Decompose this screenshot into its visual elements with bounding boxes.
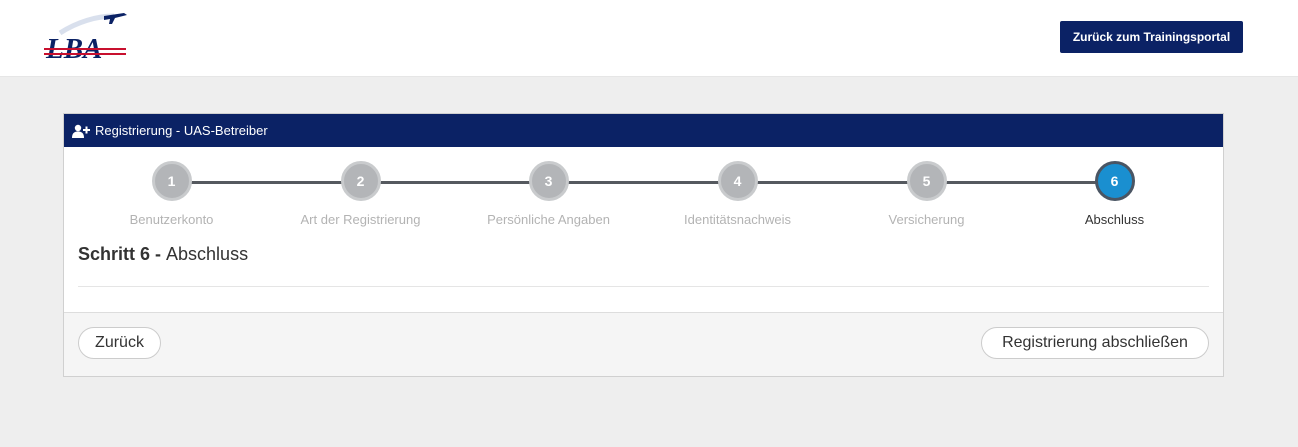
step-4[interactable]: 4 Identitätsnachweis <box>643 161 832 227</box>
step-title-name: Abschluss <box>166 244 249 264</box>
panel-footer: Zurück Registrierung abschließen <box>64 312 1223 376</box>
finish-registration-button[interactable]: Registrierung abschließen <box>981 327 1209 359</box>
step-1-label: Benutzerkonto <box>129 212 214 227</box>
step-5-circle[interactable]: 5 <box>906 161 947 201</box>
divider <box>78 286 1209 287</box>
svg-text:LBA: LBA <box>45 33 102 62</box>
step-3[interactable]: 3 Persönliche Angaben <box>454 161 643 227</box>
step-6[interactable]: 6 Abschluss <box>1020 161 1209 227</box>
registration-panel: Registrierung - UAS-Betreiber 1 Benutzer… <box>63 113 1224 377</box>
step-5-label: Versicherung <box>888 212 965 227</box>
step-6-circle[interactable]: 6 <box>1094 161 1135 201</box>
panel-title: Registrierung - UAS-Betreiber <box>95 123 268 138</box>
step-2[interactable]: 2 Art der Registrierung <box>266 161 455 227</box>
stepper: 1 Benutzerkonto 2 Art der Registrierung … <box>64 147 1223 237</box>
back-to-training-portal-button[interactable]: Zurück zum Trainingsportal <box>1060 21 1243 53</box>
step-3-circle[interactable]: 3 <box>528 161 569 201</box>
step-5[interactable]: 5 Versicherung <box>832 161 1021 227</box>
back-button[interactable]: Zurück <box>78 327 161 359</box>
step-title-prefix: Schritt 6 <box>78 244 151 264</box>
step-2-circle[interactable]: 2 <box>340 161 381 201</box>
step-title: Schritt 6 - Abschluss <box>78 244 248 265</box>
step-3-label: Persönliche Angaben <box>487 212 610 227</box>
lba-logo: LBA <box>44 13 127 62</box>
step-1-circle[interactable]: 1 <box>151 161 192 201</box>
step-2-label: Art der Registrierung <box>300 212 421 227</box>
step-4-label: Identitätsnachweis <box>684 212 791 227</box>
step-6-label: Abschluss <box>1084 212 1145 227</box>
step-title-separator: - <box>150 244 167 264</box>
panel-header: Registrierung - UAS-Betreiber <box>64 114 1223 147</box>
step-4-circle[interactable]: 4 <box>717 161 758 201</box>
top-bar: LBA Zurück zum Trainingsportal <box>0 0 1298 77</box>
step-1[interactable]: 1 Benutzerkonto <box>77 161 266 227</box>
user-plus-icon <box>72 124 90 138</box>
